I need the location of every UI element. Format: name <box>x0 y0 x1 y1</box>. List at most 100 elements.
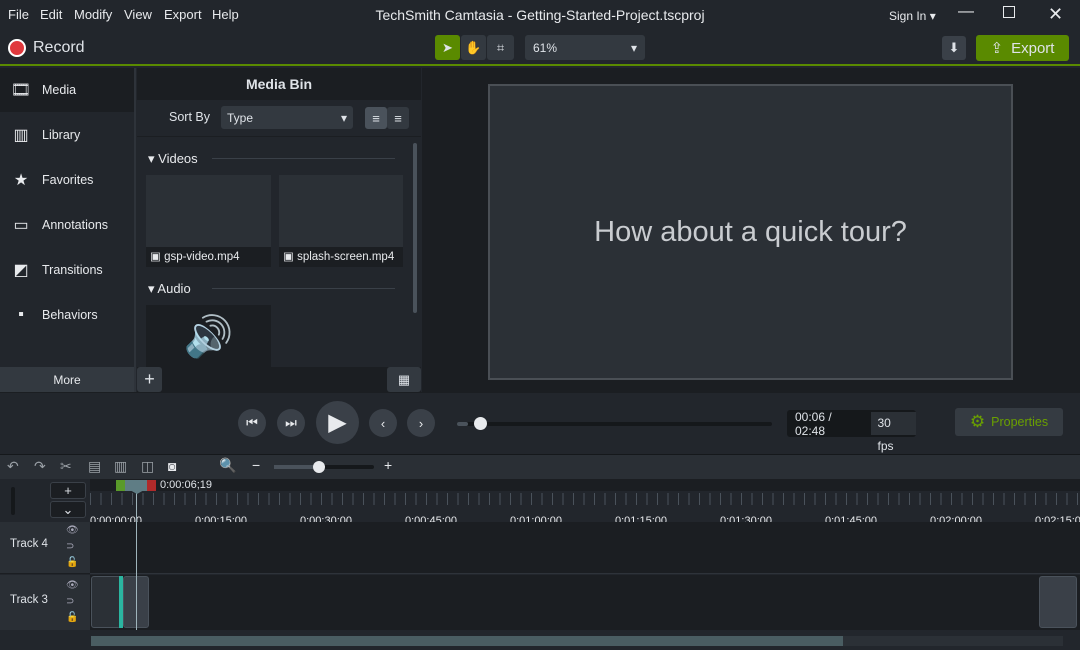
gear-icon: ⚙ <box>969 412 986 431</box>
close-button[interactable]: ✕ <box>1048 4 1063 25</box>
properties-button[interactable]: ⚙ Properties <box>955 408 1063 436</box>
film-icon: 🎞 <box>10 82 32 99</box>
scrubber-handle[interactable] <box>474 417 488 430</box>
track-4-lane[interactable] <box>90 522 1080 574</box>
previous-marker-button[interactable]: ‹ <box>369 409 397 437</box>
track-name: Track 4 <box>10 538 48 550</box>
sort-by-label: Sort By <box>169 110 210 124</box>
horizontal-scrollbar[interactable] <box>91 636 1063 646</box>
add-media-button[interactable]: + <box>137 367 162 392</box>
playhead-line[interactable] <box>136 488 137 630</box>
audio-thumbnail[interactable]: 🔊 <box>146 305 271 367</box>
media-bin: Media Bin Sort By Type ▾ ≡ ≡ ▾ Videos ▣ g… <box>137 68 421 392</box>
crop-tool-button[interactable]: ⌗ <box>487 35 514 60</box>
sort-ascending-button[interactable]: ≡ <box>365 107 387 129</box>
undo-button[interactable]: ↶ <box>7 458 19 475</box>
media-thumbnail[interactable] <box>146 175 271 247</box>
collapse-tracks-button[interactable]: ⌄ <box>50 501 86 518</box>
sign-in-button[interactable]: Sign In ▾ <box>889 9 936 23</box>
paste-button[interactable]: ▥ <box>114 458 127 475</box>
record-label: Record <box>33 39 85 56</box>
split-button[interactable]: ◫ <box>141 458 154 475</box>
zoom-value: 61% <box>533 40 558 55</box>
track-visibility-icons[interactable]: 👁 ⊃ 🔓 <box>66 523 79 571</box>
sidebar-item-behaviors[interactable]: ▪ Behaviors <box>0 293 134 337</box>
track-height-slider[interactable] <box>11 487 15 515</box>
play-button[interactable]: ▶ <box>316 401 359 444</box>
audio-section-header[interactable]: ▾ Audio <box>148 281 191 297</box>
videos-section-header[interactable]: ▾ Videos <box>148 151 198 167</box>
chevron-left-icon: ‹ <box>380 415 386 431</box>
sidebar-item-library[interactable]: ▥ Library <box>0 113 134 157</box>
scrubber-track[interactable] <box>457 422 772 426</box>
transition-icon: ◩ <box>13 262 29 279</box>
canvas[interactable]: How about a quick tour? <box>488 84 1013 380</box>
menu-bar: File Edit Modify View Export Help TechSm… <box>0 0 1080 30</box>
sidebar-item-transitions[interactable]: ◩ Transitions <box>0 248 134 292</box>
chevron-right-icon: › <box>418 415 424 431</box>
media-clip[interactable] <box>91 576 121 628</box>
track-3-lane[interactable] <box>90 575 1080 630</box>
track-visibility-icons[interactable]: 👁 ⊃ 🔓 <box>66 578 79 626</box>
more-button[interactable]: More <box>0 367 134 392</box>
search-icon: 🔍 <box>219 457 237 473</box>
sidebar-item-annotations[interactable]: ▭ Annotations <box>0 203 134 247</box>
maximize-button[interactable] <box>1003 6 1015 18</box>
chevron-down-icon: ⌄ <box>62 501 74 517</box>
download-button[interactable]: ⬇ <box>942 36 966 60</box>
bin-scrollbar[interactable] <box>413 143 417 313</box>
crop-icon: ⌗ <box>496 39 505 55</box>
grid-icon: ▦ <box>397 371 411 387</box>
section-label: Videos <box>158 151 198 166</box>
chevron-down-icon: ▾ <box>630 40 637 55</box>
step-forward-button[interactable]: ⏭ <box>277 409 305 437</box>
media-filename: splash-screen.mp4 <box>297 251 395 263</box>
track-name: Track 3 <box>10 594 48 606</box>
cursor-icon: ➤ <box>442 39 453 55</box>
sort-dropdown[interactable]: Type ▾ <box>221 106 353 129</box>
chevron-down-icon: ▾ <box>340 110 347 125</box>
sidebar: 🎞 Media ▥ Library ★ Favorites ▭ Annotations … <box>0 68 136 392</box>
sidebar-item-favorites[interactable]: ★ Favorites <box>0 158 134 202</box>
share-icon: ⇪ <box>990 40 1004 57</box>
add-track-button[interactable]: + <box>50 482 86 499</box>
cut-button[interactable]: ✂ <box>60 458 72 475</box>
hand-icon: ✋ <box>465 39 482 55</box>
export-label: Export <box>1011 39 1055 57</box>
scrollbar-thumb[interactable] <box>91 636 843 646</box>
section-label: Audio <box>157 281 191 296</box>
media-bin-title: Media Bin <box>137 68 421 100</box>
preview-area: How about a quick tour? <box>422 68 1080 392</box>
sidebar-item-label: Annotations <box>42 218 109 232</box>
export-button[interactable]: ⇪ Export <box>976 35 1069 61</box>
media-clip[interactable] <box>1039 576 1077 628</box>
sidebar-item-media[interactable]: 🎞 Media <box>0 68 134 112</box>
redo-button[interactable]: ↷ <box>34 458 46 475</box>
minimize-button[interactable]: — <box>958 3 974 21</box>
next-marker-button[interactable]: › <box>407 409 435 437</box>
ruler-ticks <box>90 493 1080 505</box>
media-item[interactable]: ▣ gsp-video.mp4 <box>146 247 271 267</box>
step-back-button[interactable]: ⏮ <box>238 409 266 437</box>
track-3-header[interactable]: Track 3 👁 ⊃ 🔓 <box>0 575 90 630</box>
sidebar-item-label: Library <box>42 128 81 142</box>
time-readout: 00:06 / 02:48 <box>795 409 832 438</box>
media-thumbnail[interactable] <box>279 175 403 247</box>
camera-icon[interactable]: ◙ <box>168 458 176 474</box>
download-icon: ⬇ <box>948 40 960 55</box>
pan-tool-button[interactable]: ✋ <box>461 35 486 60</box>
books-icon: ▥ <box>13 127 29 144</box>
media-item[interactable]: ▣ splash-screen.mp4 <box>279 247 403 267</box>
select-tool-button[interactable]: ➤ <box>435 35 460 60</box>
timeline-zoom-handle[interactable] <box>313 461 325 473</box>
copy-button[interactable]: ▤ <box>88 458 101 475</box>
zoom-out-button[interactable]: − <box>252 457 260 473</box>
zoom-dropdown[interactable]: 61% ▾ <box>525 35 645 60</box>
track-4-header[interactable]: Track 4 👁 ⊃ 🔓 <box>0 522 90 574</box>
zoom-in-button[interactable]: + <box>384 457 392 473</box>
sort-descending-button[interactable]: ≡ <box>387 107 409 129</box>
view-toggle-button[interactable]: ▦ <box>387 367 421 392</box>
record-button[interactable]: Record <box>8 37 85 59</box>
sign-in-label: Sign In <box>889 9 927 23</box>
sidebar-item-label: Favorites <box>42 173 94 187</box>
